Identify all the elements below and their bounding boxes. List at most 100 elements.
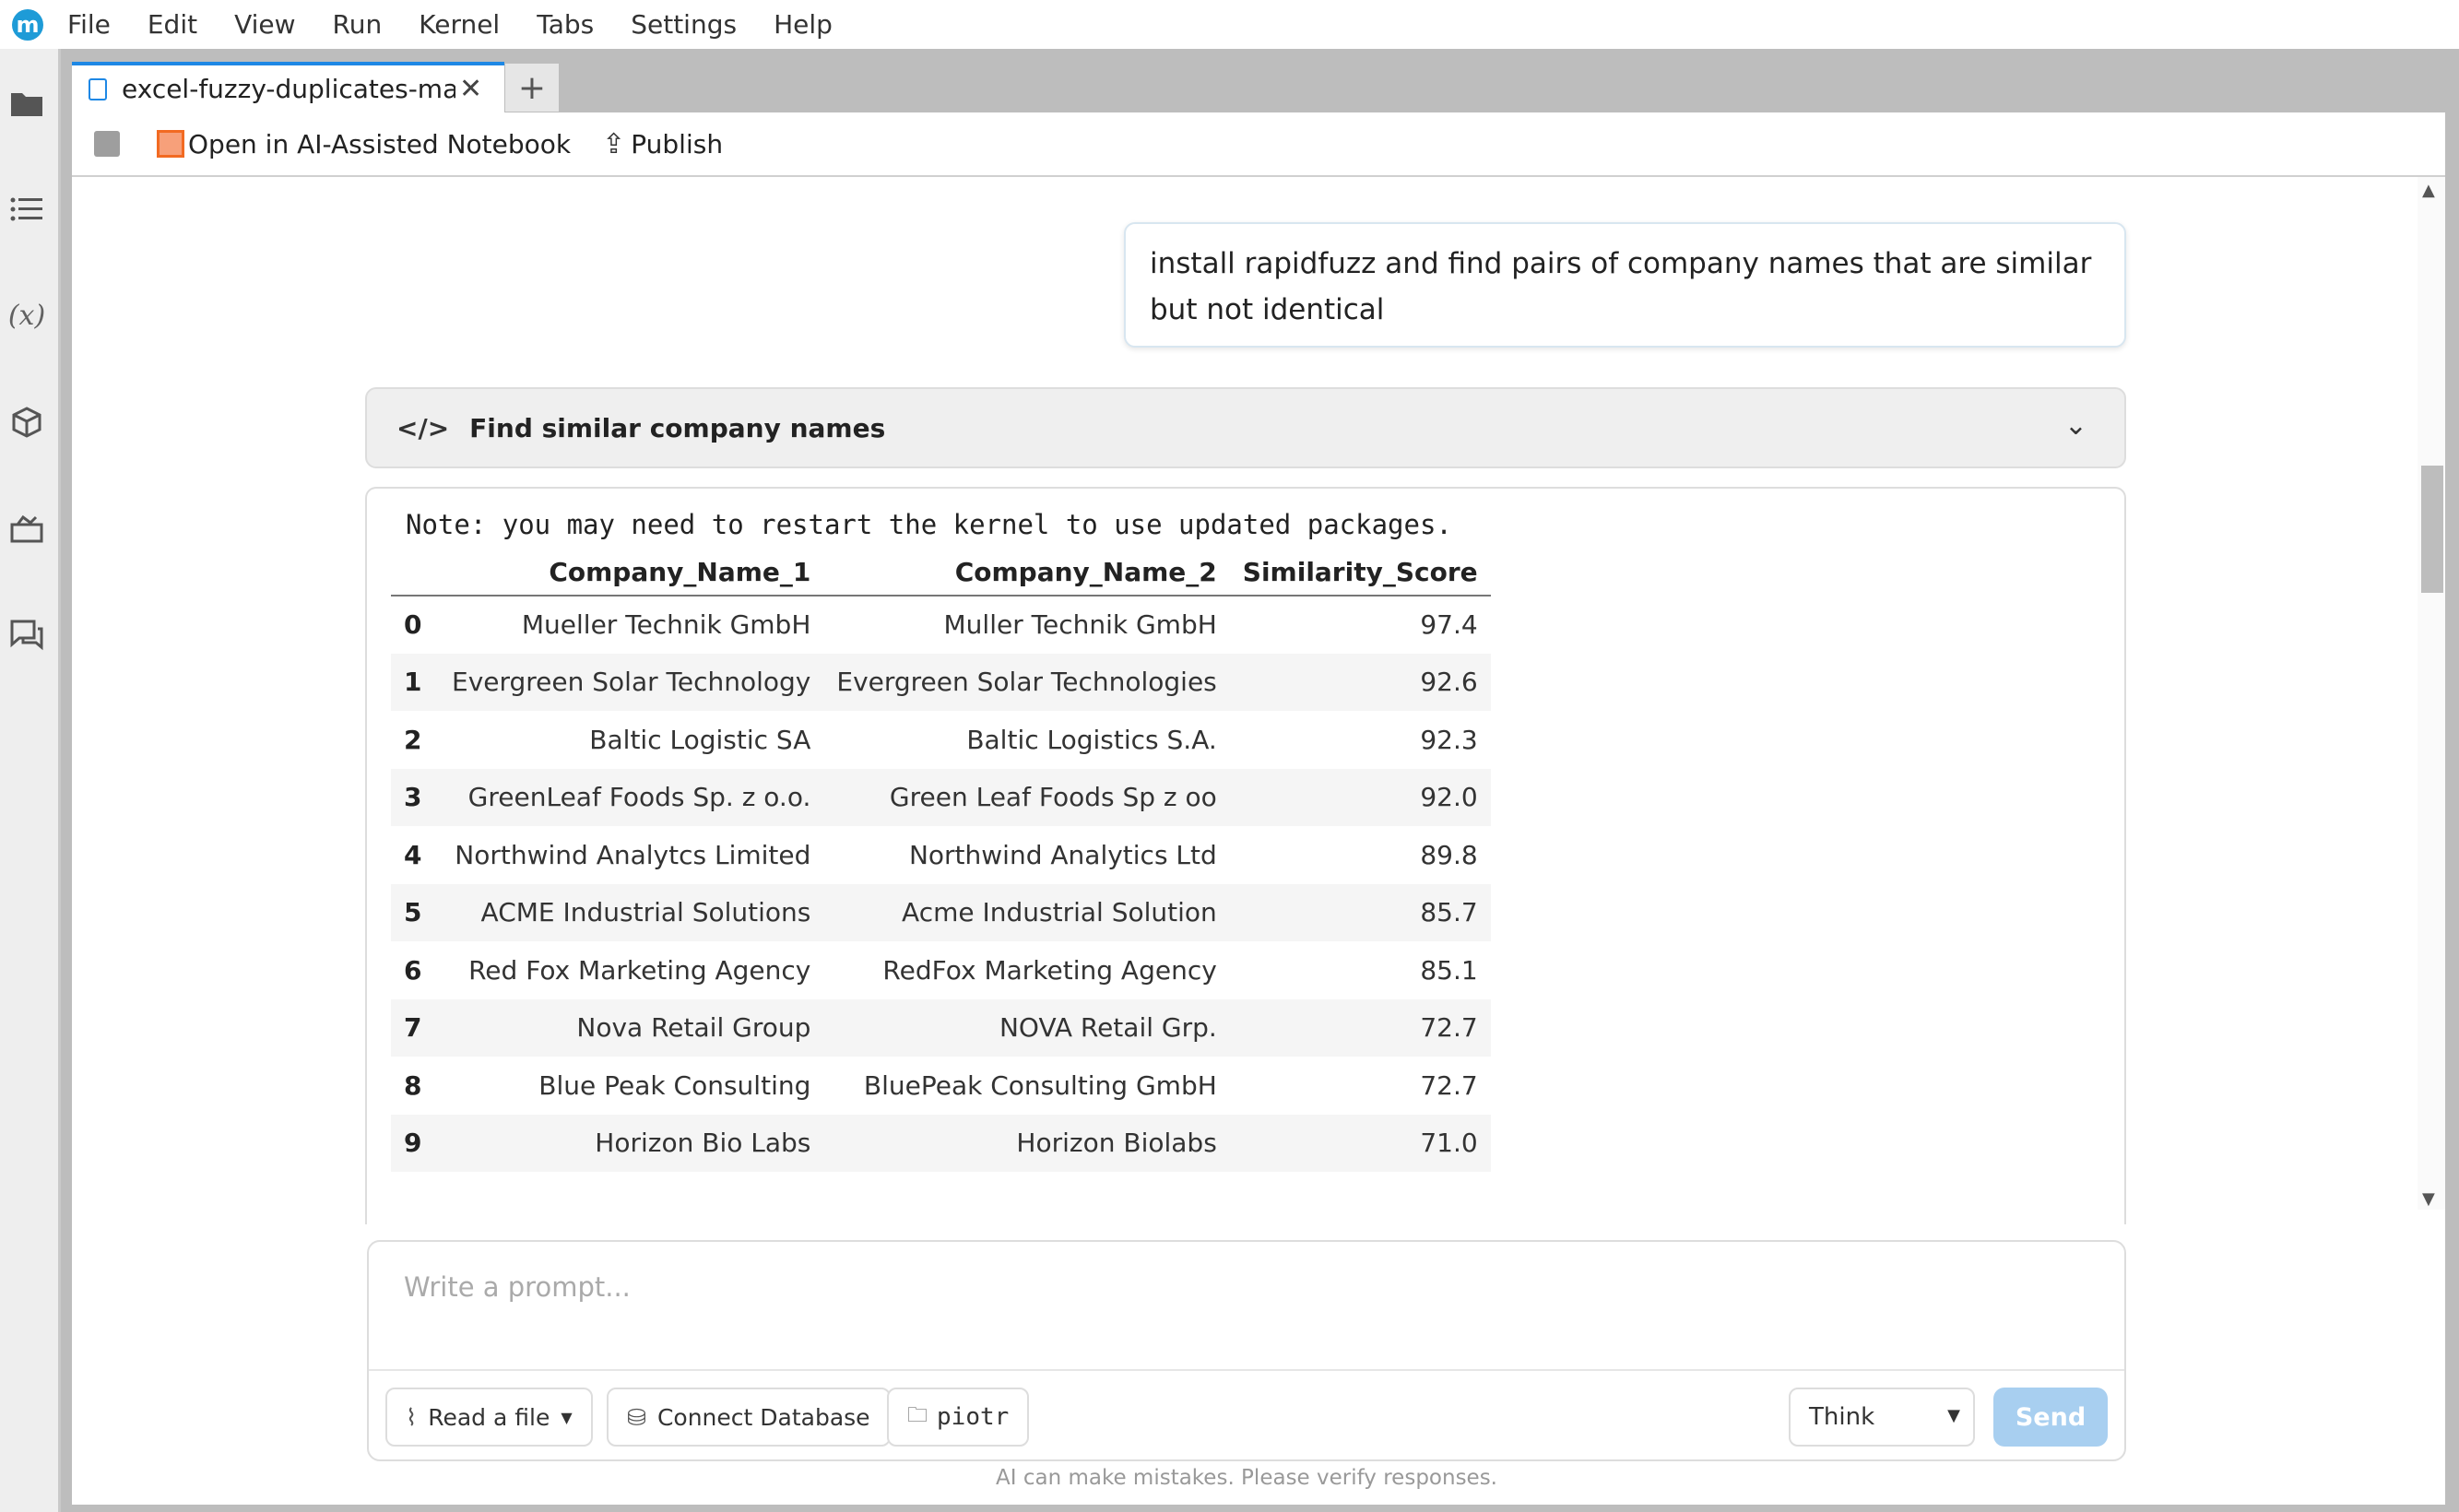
table-cell: Mueller Technik GmbH [521,609,811,641]
read-file-label: Read a file [428,1403,550,1431]
code-block-header[interactable]: </> Find similar company names ⌄ [365,387,2126,468]
row-index: 9 [391,1114,439,1172]
open-ai-notebook-button[interactable]: Open in AI-Assisted Notebook [157,129,571,159]
menu-file[interactable]: File [67,9,111,40]
table-row: 7 Nova Retail Group NOVA Retail Grp. 72.7 [391,998,1491,1057]
row-index: 0 [404,609,422,641]
prompt-input[interactable]: Write a prompt... [404,1271,631,1303]
menu-kernel[interactable]: Kernel [419,9,500,40]
table-row: 8 Blue Peak Consulting BluePeak Consulting… [391,1057,1491,1115]
menu-tabs[interactable]: Tabs [537,9,594,40]
table-cell: Northwind Analytics Ltd [908,839,1217,870]
table-cell: 89.8 [1420,839,1478,870]
scrollbar-thumb[interactable] [2421,466,2443,593]
row-index: 4 [404,839,422,870]
close-icon[interactable]: ✕ [459,73,482,105]
table-header: Company_Name_1 [439,549,824,597]
table-cell: NOVA Retail Grp. [823,998,1230,1057]
connect-database-button[interactable]: ⛁ Connect Database [607,1388,891,1447]
mode-select[interactable]: Think ▼ [1789,1388,1975,1447]
table-header-row: Company_Name_1 Company_Name_2 Similarity… [391,549,1491,597]
table-row: 6 Red Fox Marketing Agency RedFox Marketin… [391,941,1491,999]
table-cell: Horizon Bio Labs [439,1114,824,1172]
table-of-contents-icon[interactable] [7,190,46,229]
new-tab-button[interactable]: + [505,64,559,112]
left-sidebar: (x) [0,49,61,1512]
scroll-down-arrow[interactable]: ▼ [2422,1189,2435,1209]
row-index: 7 [391,998,439,1057]
caret-down-icon: ▼ [561,1408,573,1426]
row-index: 2 [404,724,422,755]
table-header: Company_Name_2 [823,549,1230,597]
connect-database-label: Connect Database [656,1403,870,1431]
caret-down-icon: ▼ [1947,1406,1960,1425]
mode-label: Think [1809,1403,1875,1431]
send-button[interactable]: Send [1993,1388,2108,1447]
table-cell: 85.1 [1420,954,1478,986]
tab-label: excel-fuzzy-duplicates-match [122,74,455,104]
chat-icon[interactable] [7,616,46,655]
table-cell: 92.6 [1229,653,1491,711]
app-logo-icon: m [12,8,43,41]
ai-notebook-icon [157,130,184,158]
disclaimer-text: AI can make mistakes. Please verify resp… [996,1466,1497,1490]
results-table: Company_Name_1 Company_Name_2 Similarity… [391,549,1491,1172]
row-index: 3 [391,768,439,826]
table-cell: Acme Industrial Solution [823,883,1230,941]
menu-edit[interactable]: Edit [148,9,197,40]
divider [369,1369,2124,1371]
notebook-toolbar: Open in AI-Assisted Notebook ⇪ Publish [72,112,2445,177]
table-cell: Baltic Logistics S.A. [966,724,1217,755]
table-header: Similarity_Score [1229,549,1491,597]
table-row: 0 Mueller Technik GmbH Muller Technik GmbH… [391,596,1491,654]
table-row: 3 GreenLeaf Foods Sp. z o.o. Green Leaf Fo… [391,768,1491,826]
user-message: install rapidfuzz and find pairs of comp… [1124,222,2126,348]
table-row: 9 Horizon Bio Labs Horizon Biolabs 71.0 [391,1114,1491,1172]
table-cell: Blue Peak Consulting [538,1069,811,1101]
table-cell: GreenLeaf Foods Sp. z o.o. [439,768,824,826]
menu-run[interactable]: Run [333,9,383,40]
row-index: 1 [391,653,439,711]
table-cell: BluePeak Consulting GmbH [863,1069,1217,1101]
table-cell: Green Leaf Foods Sp z oo [823,768,1230,826]
dashboard-icon[interactable] [7,509,46,548]
table-cell: 92.0 [1229,768,1491,826]
code-block-title: Find similar company names [469,412,886,443]
table-cell: Muller Technik GmbH [943,609,1217,641]
menu-view[interactable]: View [234,9,295,40]
table-row: 5 ACME Industrial Solutions Acme Industria… [391,883,1491,941]
table-body: 0 Mueller Technik GmbH Muller Technik GmbH… [391,596,1491,1172]
row-index: 5 [391,883,439,941]
paperclip-icon: ⌇ [406,1403,418,1431]
publish-button[interactable]: ⇪ Publish [602,128,723,160]
menu-help[interactable]: Help [774,9,833,40]
chevron-down-icon[interactable]: ⌄ [2064,409,2087,442]
table-header [391,549,439,597]
variables-icon[interactable]: (x) [7,296,46,335]
menu-bar: m File Edit View Run Kernel Tabs Setting… [0,0,2459,49]
table-cell: 85.7 [1229,883,1491,941]
folder-icon[interactable] [7,84,46,123]
tab-notebook[interactable]: excel-fuzzy-duplicates-match ✕ [72,62,504,112]
tab-bar: excel-fuzzy-duplicates-match ✕ + [61,49,2459,112]
table-cell: 97.4 [1420,609,1478,641]
menu-settings[interactable]: Settings [631,9,737,40]
table-cell: RedFox Marketing Agency [882,954,1217,986]
folder-button[interactable]: 🗀 piotr [887,1388,1030,1447]
table-cell: 71.0 [1229,1114,1491,1172]
table-cell: Northwind Analytcs Limited [455,839,811,870]
scroll-up-arrow[interactable]: ▲ [2422,181,2435,200]
scrollbar-track[interactable] [2418,177,2445,1210]
row-index: 6 [404,954,422,986]
prompt-box: Write a prompt... ⌇ Read a file ▼ ⛁ Conn… [367,1240,2126,1461]
save-icon[interactable] [94,131,120,157]
output-note: Note: you may need to restart the kernel… [406,509,1452,540]
extension-cube-icon[interactable] [7,403,46,442]
table-cell: 72.7 [1420,1069,1478,1101]
table-row: 4 Northwind Analytcs Limited Northwind Ana… [391,826,1491,884]
notebook-file-icon [89,77,107,100]
read-file-button[interactable]: ⌇ Read a file ▼ [385,1388,593,1447]
open-ai-notebook-label: Open in AI-Assisted Notebook [188,128,572,159]
table-cell: Evergreen Solar Technologies [823,653,1230,711]
table-row: 1 Evergreen Solar Technology Evergreen Sol… [391,653,1491,711]
